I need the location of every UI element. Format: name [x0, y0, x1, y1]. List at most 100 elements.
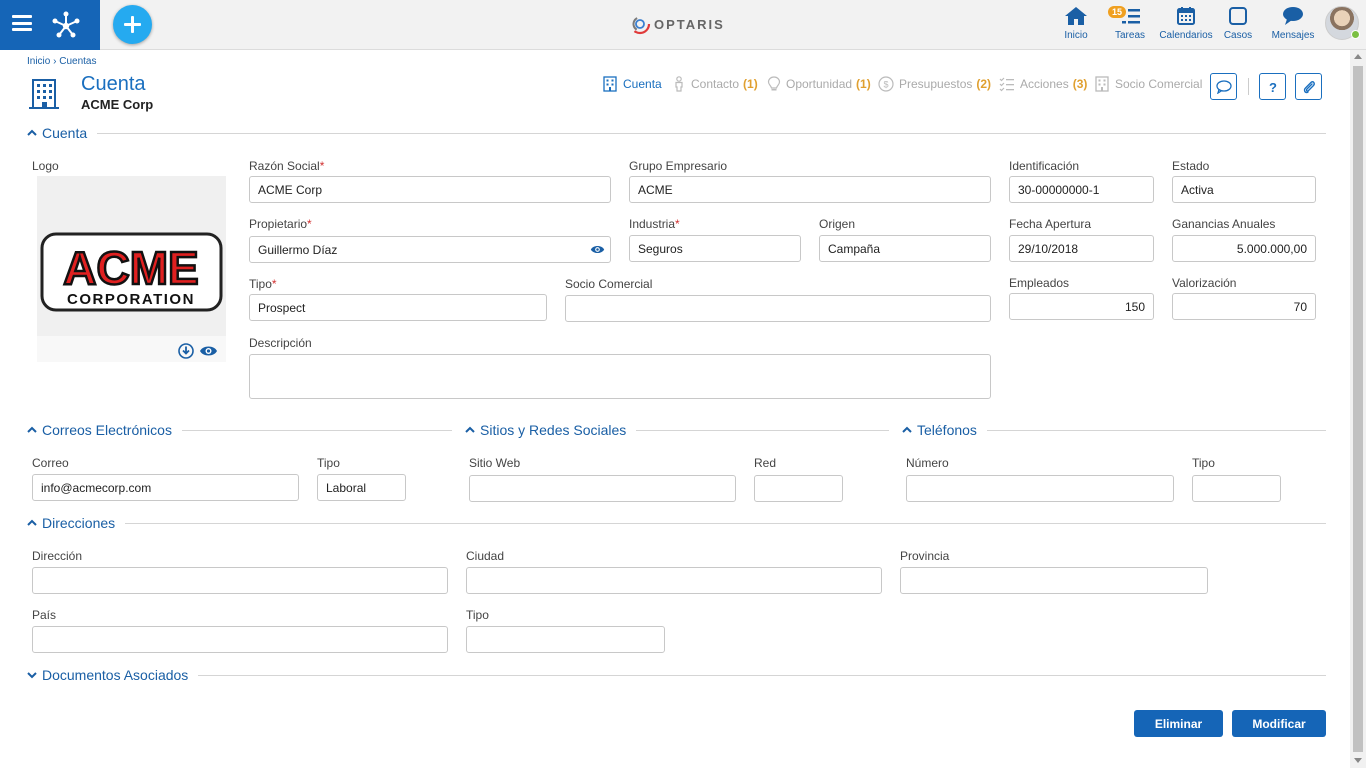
origen-label: Origen: [819, 217, 856, 231]
chevron-up-icon: [27, 426, 37, 433]
modify-button[interactable]: Modificar: [1232, 710, 1326, 737]
breadcrumb[interactable]: Inicio › Cuentas: [27, 56, 96, 67]
direccion-label: Dirección: [32, 549, 83, 563]
direccion-tipo-label: Tipo: [466, 608, 489, 622]
vertical-scrollbar[interactable]: [1350, 50, 1366, 768]
question-mark-icon: ?: [1269, 80, 1277, 94]
tipo-select[interactable]: Prospect: [249, 294, 547, 321]
section-title: Documentos Asociados: [42, 667, 189, 683]
direccion-tipo-select[interactable]: [466, 626, 665, 653]
nav-cases-label: Casos: [1223, 30, 1253, 41]
section-title: Sitios y Redes Sociales: [480, 422, 627, 438]
socio-comercial-input[interactable]: [565, 295, 991, 322]
lightbulb-icon: [767, 76, 781, 91]
valorizacion-input[interactable]: 70: [1172, 293, 1316, 320]
tab-contacto[interactable]: Contacto (1): [672, 74, 758, 94]
ganancias-anuales-input[interactable]: 5.000.000,00: [1172, 235, 1316, 262]
scrollbar-thumb[interactable]: [1353, 66, 1363, 752]
hamburger-menu-icon[interactable]: [12, 15, 32, 31]
descripcion-textarea[interactable]: [249, 354, 991, 399]
tab-contacto-count: (1): [743, 77, 758, 91]
industria-label: Industria*: [629, 217, 680, 231]
ciudad-input[interactable]: [466, 567, 882, 594]
identificacion-label: Identificación: [1009, 159, 1080, 173]
person-icon: [675, 76, 683, 92]
propietario-view-eye-icon[interactable]: [590, 244, 605, 255]
fecha-apertura-input[interactable]: 29/10/2018: [1009, 235, 1154, 262]
tab-oportunidad[interactable]: Oportunidad (1): [767, 74, 871, 94]
nav-messages-label: Mensajes: [1271, 30, 1315, 41]
correo-tipo-select[interactable]: Laboral: [317, 474, 406, 501]
section-title: Cuenta: [42, 125, 88, 141]
socio-comercial-label: Socio Comercial: [565, 277, 653, 291]
provincia-input[interactable]: [900, 567, 1208, 594]
red-select[interactable]: [754, 475, 843, 502]
identificacion-input[interactable]: 30-00000000-1: [1009, 176, 1154, 203]
numero-input[interactable]: [906, 475, 1174, 502]
tab-socio-comercial[interactable]: Socio Comercial: [1094, 74, 1202, 94]
provincia-label: Provincia: [900, 549, 950, 563]
help-button[interactable]: ?: [1259, 73, 1286, 100]
section-title: Teléfonos: [917, 422, 977, 438]
section-documentos-header[interactable]: Documentos Asociados: [27, 666, 1326, 684]
razon-social-input[interactable]: ACME Corp: [249, 176, 611, 203]
tipo-label: Tipo*: [249, 277, 277, 291]
add-new-button[interactable]: [113, 5, 152, 44]
nav-calendars[interactable]: Calendarios: [1158, 0, 1214, 50]
nav-home-label: Inicio: [1064, 30, 1088, 41]
correo-input[interactable]: info@acmecorp.com: [32, 474, 299, 501]
estado-select[interactable]: Activa: [1172, 176, 1316, 203]
direccion-input[interactable]: [32, 567, 448, 594]
logo-text: OPTARIS: [654, 16, 725, 32]
section-divider: [198, 674, 1326, 676]
section-sitios-header[interactable]: Sitios y Redes Sociales: [465, 421, 889, 439]
online-status-indicator: [1351, 30, 1360, 39]
tab-cuenta-label: Cuenta: [623, 77, 662, 91]
tab-cuenta[interactable]: Cuenta: [602, 74, 662, 94]
pais-input[interactable]: [32, 626, 448, 653]
dollar-circle-icon: $: [878, 76, 894, 92]
building-icon: [29, 79, 59, 109]
numero-label: Número: [906, 456, 949, 470]
optaris-logo: OPTARIS: [628, 12, 725, 36]
section-correos-header[interactable]: Correos Electrónicos: [27, 421, 452, 439]
propietario-input[interactable]: Guillermo Díaz: [249, 236, 611, 263]
empleados-input[interactable]: 150: [1009, 293, 1154, 320]
section-title: Direcciones: [42, 515, 116, 531]
comments-button[interactable]: [1210, 73, 1237, 100]
sitio-web-input[interactable]: [469, 475, 736, 502]
scroll-up-arrow-icon[interactable]: [1354, 54, 1362, 59]
scroll-down-arrow-icon[interactable]: [1354, 758, 1362, 763]
svg-text:$: $: [883, 80, 888, 90]
building-small-icon: [603, 76, 617, 92]
svg-text:?: ?: [1269, 80, 1277, 94]
nav-cases[interactable]: Casos: [1220, 0, 1256, 50]
checklist-icon: [999, 77, 1014, 92]
grupo-empresario-input[interactable]: ACME: [629, 176, 991, 203]
tab-presupuestos-label: Presupuestos: [899, 77, 973, 91]
view-eye-icon[interactable]: [199, 344, 218, 358]
chevron-up-icon: [27, 129, 37, 136]
delete-button[interactable]: Eliminar: [1134, 710, 1223, 737]
network-icon[interactable]: [51, 9, 81, 39]
nav-home[interactable]: Inicio: [1056, 0, 1096, 50]
home-icon: [1065, 7, 1087, 25]
section-title: Correos Electrónicos: [42, 422, 172, 438]
section-cuenta-header[interactable]: Cuenta: [27, 124, 1326, 142]
nav-tasks-label: Tareas: [1114, 30, 1145, 41]
section-telefonos-header[interactable]: Teléfonos: [902, 421, 1326, 439]
section-direcciones-header[interactable]: Direcciones: [27, 514, 1326, 532]
telefono-tipo-select[interactable]: [1192, 475, 1281, 502]
tab-acciones[interactable]: Acciones (3): [999, 74, 1087, 94]
nav-tasks[interactable]: 15 Tareas: [1108, 0, 1150, 50]
chevron-up-icon: [902, 426, 912, 433]
industria-select[interactable]: Seguros: [629, 235, 801, 262]
download-icon[interactable]: [178, 343, 194, 359]
case-icon: [1229, 7, 1247, 25]
nav-messages[interactable]: Mensajes: [1270, 0, 1316, 50]
origen-select[interactable]: Campaña: [819, 235, 991, 262]
estado-label: Estado: [1172, 159, 1210, 173]
attachments-button[interactable]: [1295, 73, 1322, 100]
tab-presupuestos[interactable]: $ Presupuestos (2): [878, 74, 991, 94]
chevron-down-icon: [27, 672, 37, 679]
